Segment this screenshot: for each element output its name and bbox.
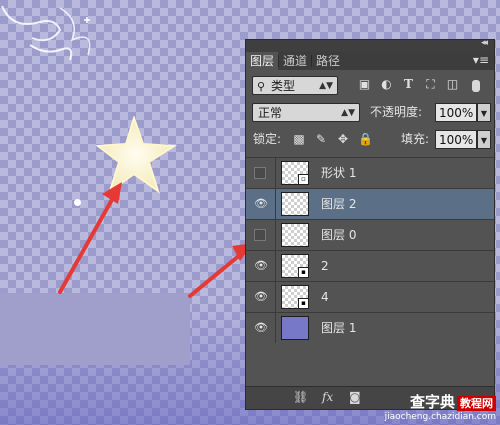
opacity-input[interactable]: 100% — [435, 103, 477, 122]
eye-icon[interactable]: 👁 — [254, 198, 268, 210]
layer-thumbnail — [281, 316, 309, 340]
filter-toggle[interactable] — [472, 80, 480, 92]
visibility-cell[interactable] — [246, 220, 276, 250]
purple-rectangle-layer — [0, 293, 190, 365]
panel-tabs: 图层 通道 路径 ▾≡ — [246, 52, 494, 70]
layer-thumbnail: ▪ — [281, 254, 309, 278]
layer-name: 图层 0 — [321, 228, 357, 242]
shape-filter-icon[interactable]: ⛶ — [423, 77, 438, 92]
layer-thumbnail: ▪ — [281, 285, 309, 309]
panel-title-bar: ◂◂ — [246, 38, 494, 52]
panel-menu-icon[interactable]: ▾≡ — [473, 53, 489, 67]
lock-position-move-icon[interactable]: ✥ — [336, 132, 350, 146]
layer-name: 2 — [321, 259, 329, 273]
layer-name: 图层 2 — [321, 197, 357, 211]
lock-row: 锁定: ▩ ✎ ✥ 🔒 填充: 100% ▼ — [246, 130, 494, 150]
filter-row: ⚲ 类型 ▲▼ ▣ ◐ T ⛶ ◫ — [246, 76, 494, 96]
watermark-title: 查字典 教程网 — [385, 391, 496, 412]
layer-thumbnail — [281, 192, 309, 216]
blend-row: 正常 ▲▼ 不透明度: 100% ▼ — [246, 103, 494, 123]
layer-name: 形状 1 — [321, 166, 357, 180]
add-mask-icon[interactable]: ◙ — [349, 390, 361, 404]
tab-layers[interactable]: 图层 — [246, 52, 279, 70]
blend-mode-dropdown[interactable]: 正常 ▲▼ — [252, 103, 360, 122]
filter-kind-label: 类型 — [271, 79, 296, 93]
layer-row[interactable]: 👁 ▪ 4 — [246, 281, 494, 312]
lock-image-brush-icon[interactable]: ✎ — [314, 132, 328, 146]
lock-label: 锁定: — [253, 132, 282, 146]
layer-row[interactable]: 👁 ▪ 2 — [246, 250, 494, 281]
watermark: 查字典 教程网 jiaocheng.chazidian.com — [385, 391, 496, 422]
blend-mode-label: 正常 — [258, 106, 283, 120]
opacity-label: 不透明度: — [370, 105, 423, 119]
eye-icon[interactable]: 👁 — [254, 260, 268, 272]
eye-icon[interactable]: 👁 — [254, 291, 268, 303]
layer-row[interactable]: 👁 图层 1 — [246, 312, 494, 343]
watermark-url: jiaocheng.chazidian.com — [384, 412, 496, 422]
link-layers-icon[interactable]: ⛓ — [293, 390, 308, 404]
adjustment-filter-icon[interactable]: ◐ — [379, 77, 394, 92]
collapse-icon[interactable]: ◂◂ — [481, 38, 488, 48]
layer-row-selected[interactable]: 👁 图层 2 — [246, 188, 494, 219]
tab-channels[interactable]: 通道 — [279, 52, 311, 70]
brush-stroke-decoration — [1, 5, 91, 61]
layer-name: 图层 1 — [321, 321, 357, 335]
layers-list: ▫ 形状 1 👁 图层 2 图层 0 👁 ▪ 2 👁 ▪ 4 👁 图层 1 — [246, 157, 494, 343]
fx-icon[interactable]: fx — [322, 390, 333, 404]
visibility-cell[interactable]: 👁 — [246, 282, 276, 312]
visibility-off-box[interactable] — [254, 229, 266, 241]
eye-icon[interactable]: 👁 — [254, 322, 268, 334]
visibility-cell[interactable] — [246, 158, 276, 188]
fill-label: 填充: — [401, 132, 430, 146]
tab-paths[interactable]: 路径 — [312, 52, 344, 70]
search-icon: ⚲ — [257, 80, 266, 93]
shape-layer-icon: ▫ — [298, 174, 309, 185]
layer-row[interactable]: 图层 0 — [246, 219, 494, 250]
visibility-off-box[interactable] — [254, 167, 266, 179]
star-shape — [96, 116, 178, 194]
layer-name: 4 — [321, 290, 329, 304]
watermark-box-text: 教程网 — [457, 396, 496, 411]
filter-kind-dropdown[interactable]: ⚲ 类型 ▲▼ — [252, 76, 338, 95]
visibility-cell[interactable]: 👁 — [246, 189, 276, 219]
fill-dropdown-arrow[interactable]: ▼ — [477, 130, 491, 149]
fill-input[interactable]: 100% — [435, 130, 477, 149]
dropdown-arrow-icon: ▲▼ — [341, 108, 355, 118]
smart-object-icon: ▪ — [298, 298, 309, 309]
layers-panel: ◂◂ 图层 通道 路径 ▾≡ ⚲ 类型 ▲▼ ▣ ◐ T ⛶ ◫ 正常 ▲▼ 不… — [245, 38, 495, 410]
type-filter-icon[interactable]: T — [401, 77, 416, 92]
layer-thumbnail: ▫ — [281, 161, 309, 185]
visibility-cell[interactable]: 👁 — [246, 251, 276, 281]
watermark-main-text: 查字典 — [409, 393, 455, 411]
layer-row[interactable]: ▫ 形状 1 — [246, 157, 494, 188]
smart-object-icon: ▪ — [298, 267, 309, 278]
lock-transparent-icon[interactable]: ▩ — [292, 132, 306, 146]
smart-object-filter-icon[interactable]: ◫ — [445, 77, 460, 92]
dropdown-arrow-icon: ▲▼ — [319, 81, 333, 91]
white-dot — [74, 199, 81, 206]
visibility-cell[interactable]: 👁 — [246, 313, 276, 343]
pixel-filter-icon[interactable]: ▣ — [357, 77, 372, 92]
lock-all-icon[interactable]: 🔒 — [358, 132, 373, 146]
opacity-dropdown-arrow[interactable]: ▼ — [477, 103, 491, 122]
layer-thumbnail — [281, 223, 309, 247]
